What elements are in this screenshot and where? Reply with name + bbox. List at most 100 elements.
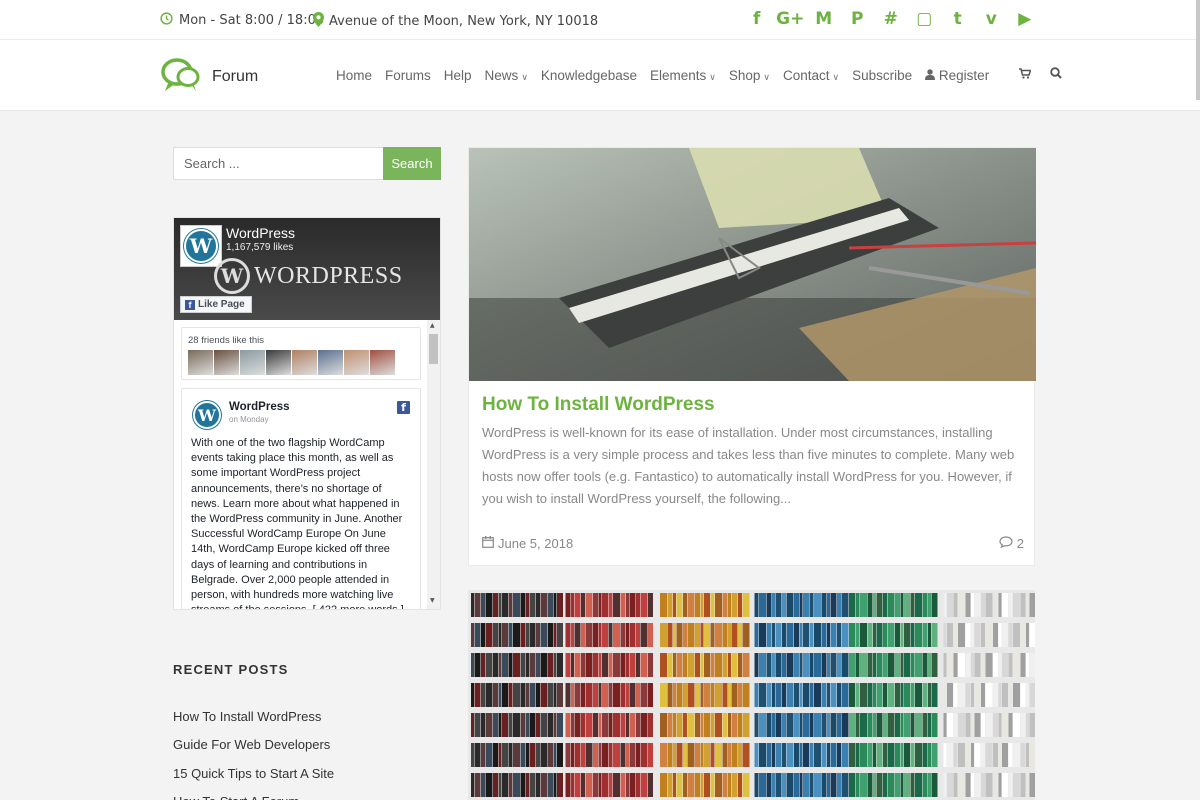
nav-label: Home <box>336 67 373 83</box>
top-bar: Mon - Sat 8:00 / 18:00 Avenue of the Moo… <box>0 0 1200 40</box>
comment-icon <box>999 536 1013 551</box>
post-author-avatar[interactable]: W <box>191 399 223 431</box>
site-header: Forum Home Forums Help News ∨ Knowledgebase El… <box>0 40 1200 111</box>
nav-knowledgebase[interactable]: Knowledgebase <box>541 68 637 83</box>
nav-subscribe[interactable]: Subscribe <box>852 68 912 83</box>
register-label: Register <box>938 67 990 83</box>
facebook-cover: W WordPress 1,167,579 likes W WORDPRESS … <box>174 218 440 320</box>
chevron-down-icon: ∨ <box>709 71 716 82</box>
friend-avatar[interactable] <box>188 350 213 375</box>
nav-forums[interactable]: Forums <box>385 68 431 83</box>
sidebar-search-form: Search <box>173 147 441 180</box>
map-marker-icon <box>313 12 324 31</box>
post-date: June 5, 2018 <box>482 536 573 551</box>
recent-post-link[interactable]: How To Install WordPress <box>173 709 334 737</box>
facebook-icon: f <box>185 299 195 310</box>
twitter-icon[interactable]: t <box>941 9 975 29</box>
friend-avatar[interactable] <box>370 350 395 375</box>
post-date-text: June 5, 2018 <box>498 536 574 551</box>
nav-label: Help <box>443 67 472 83</box>
post-time[interactable]: on Monday <box>229 415 269 424</box>
like-page-label: Like Page <box>198 299 245 310</box>
slack-icon[interactable]: # <box>874 9 908 29</box>
facebook-friends-box: 28 friends like this <box>181 327 421 380</box>
nav-label: Contact <box>782 67 830 83</box>
page-scrollbar-thumb[interactable] <box>1196 0 1200 100</box>
facebook-like-page-button[interactable]: f Like Page <box>180 296 252 313</box>
scroll-down-arrow-icon[interactable]: ▼ <box>430 597 435 604</box>
cover-wordmark: WORDPRESS <box>254 262 403 289</box>
recent-posts-heading: RECENT POSTS <box>173 662 289 677</box>
address: Avenue of the Moon, New York, NY 10018 <box>313 12 598 31</box>
facebook-feed: 28 friends like this W WordPress on Mond… <box>174 320 440 609</box>
scrollbar-thumb[interactable] <box>429 334 438 364</box>
nav-contact[interactable]: Contact ∨ <box>783 68 839 83</box>
user-icon <box>925 68 939 83</box>
chevron-down-icon: ∨ <box>763 71 770 82</box>
friend-avatar[interactable] <box>292 350 317 375</box>
nav-label: Subscribe <box>852 67 913 83</box>
search-input[interactable] <box>173 147 383 180</box>
search-button[interactable]: Search <box>383 147 441 180</box>
twitch-icon[interactable]: ▢ <box>908 9 942 29</box>
friend-avatar[interactable] <box>266 350 291 375</box>
opening-hours: Mon - Sat 8:00 / 18:00 <box>160 12 324 29</box>
main-navigation: Home Forums Help News ∨ Knowledgebase Elements… <box>336 67 1062 83</box>
nav-label: Knowledgebase <box>540 67 637 83</box>
recent-post-link[interactable]: 15 Quick Tips to Start A Site <box>173 766 334 794</box>
medium-icon[interactable]: M <box>807 9 841 29</box>
nav-label: Shop <box>728 67 761 83</box>
post-featured-image[interactable] <box>469 148 1036 381</box>
post-title[interactable]: How To Install WordPress <box>482 394 715 416</box>
facebook-icon[interactable]: f <box>740 9 774 29</box>
nav-label: Elements <box>649 67 707 83</box>
facebook-likes-count: 1,167,579 likes <box>226 242 294 253</box>
facebook-page-name[interactable]: WordPress <box>226 225 295 241</box>
recent-post-link[interactable]: How To Start A Forum <box>173 794 334 800</box>
address-text: Avenue of the Moon, New York, NY 10018 <box>329 14 599 29</box>
nav-elements[interactable]: Elements ∨ <box>650 68 716 83</box>
post-text: With one of the two flagship WordCamp ev… <box>191 437 404 609</box>
logo-text: Forum <box>212 68 259 85</box>
friend-avatar[interactable] <box>318 350 343 375</box>
social-links: f G+ M P # ▢ t v ▶ <box>740 9 1042 29</box>
post-featured-image[interactable] <box>468 590 1035 800</box>
blog-post-card: How To Install WordPress WordPress is we… <box>468 147 1036 566</box>
scroll-up-arrow-icon[interactable]: ▲ <box>430 322 435 329</box>
chevron-down-icon: ∨ <box>832 71 840 82</box>
facebook-post: W WordPress on Monday f With one of the … <box>181 388 421 609</box>
feed-scrollbar[interactable]: ▲ ▼ <box>427 320 440 609</box>
recent-post-link[interactable]: Guide For Web Developers <box>173 737 334 765</box>
calendar-icon <box>482 536 494 551</box>
paypal-icon[interactable]: P <box>841 9 875 29</box>
site-logo[interactable]: Forum <box>160 55 258 99</box>
youtube-icon[interactable]: ▶ <box>1008 9 1042 29</box>
search-icon[interactable] <box>1050 67 1062 83</box>
friend-avatar[interactable] <box>214 350 239 375</box>
friend-avatar[interactable] <box>344 350 369 375</box>
nav-home[interactable]: Home <box>336 68 372 83</box>
recent-posts-list: How To Install WordPress Guide For Web De… <box>173 709 334 800</box>
chevron-down-icon: ∨ <box>521 71 528 82</box>
cart-icon[interactable] <box>1019 67 1032 83</box>
post-author[interactable]: WordPress <box>229 401 290 413</box>
wordpress-logo-icon: W <box>214 258 250 294</box>
nav-help[interactable]: Help <box>444 68 472 83</box>
hours-text: Mon - Sat 8:00 / 18:00 <box>179 13 325 28</box>
wordpress-logo-icon: W <box>184 229 218 263</box>
nav-shop[interactable]: Shop ∨ <box>729 68 770 83</box>
blog-post-card <box>468 590 1035 800</box>
vimeo-icon[interactable]: v <box>975 9 1009 29</box>
facebook-page-widget: W WordPress 1,167,579 likes W WORDPRESS … <box>173 217 441 610</box>
google-plus-icon[interactable]: G+ <box>774 9 808 29</box>
clock-icon <box>160 12 173 29</box>
post-excerpt: WordPress is well-known for its ease of … <box>482 425 1015 506</box>
nav-register[interactable]: Register <box>925 68 989 83</box>
post-comments[interactable]: 2 <box>999 536 1024 551</box>
facebook-icon[interactable]: f <box>397 401 410 414</box>
friend-avatar[interactable] <box>240 350 265 375</box>
speech-bubbles-icon <box>160 55 210 99</box>
friends-label: 28 friends like this <box>188 335 265 346</box>
nav-news[interactable]: News ∨ <box>485 68 528 83</box>
wordpress-logo-icon: W <box>193 401 221 429</box>
